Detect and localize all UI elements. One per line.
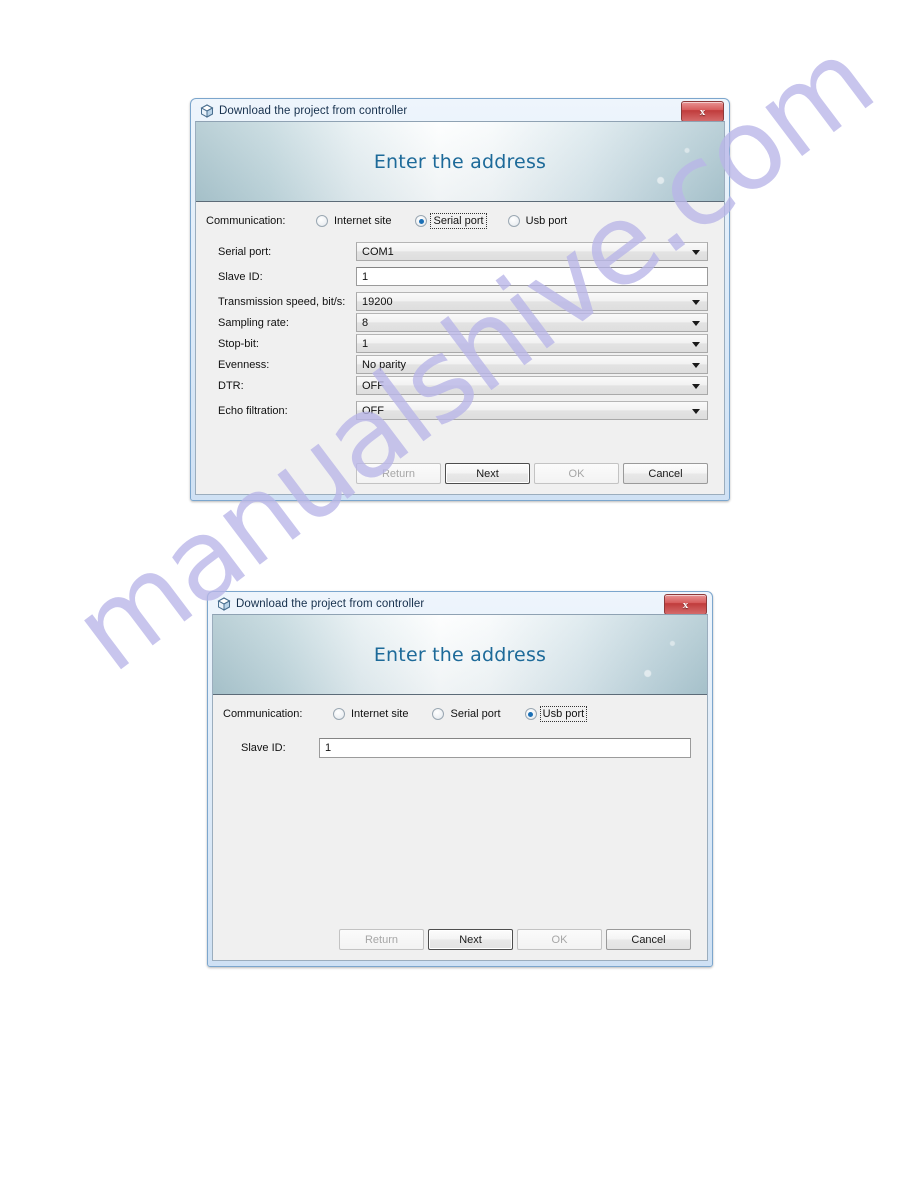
radio-label: Usb port [525, 215, 568, 227]
next-button[interactable]: Next [428, 929, 513, 950]
field-row-slave-id: Slave ID: 1 [213, 738, 707, 758]
sampling-rate-select[interactable]: 8 [356, 313, 708, 332]
titlebar: Download the project from controller x [212, 594, 708, 615]
field-row-slave-id: Slave ID: 1 [196, 267, 724, 286]
dialog-client-area: Enter the address Communication: Interne… [212, 614, 708, 961]
field-label: Serial port: [218, 245, 272, 258]
return-button[interactable]: Return [356, 463, 441, 484]
banner-title: Enter the address [373, 150, 547, 173]
field-row-stop-bit: Stop-bit: 1 [196, 334, 724, 353]
radio-label: Usb port [539, 706, 588, 722]
next-button[interactable]: Next [445, 463, 530, 484]
field-value: 1 [362, 270, 369, 283]
serial-port-select[interactable]: COM1 [356, 242, 708, 261]
field-value: OFF [362, 379, 384, 392]
evenness-select[interactable]: No parity [356, 355, 708, 374]
cancel-button[interactable]: Cancel [606, 929, 691, 950]
slave-id-input[interactable]: 1 [319, 738, 691, 758]
radio-indicator-icon [432, 708, 445, 720]
communication-label: Communication: [223, 708, 303, 720]
field-row-evenness: Evenness: No parity [196, 355, 724, 374]
dialog-form: Communication: Internet site Serial port… [196, 202, 724, 420]
field-label: Echo filtration: [218, 404, 288, 417]
banner-title: Enter the address [373, 643, 547, 666]
field-value: No parity [362, 358, 407, 371]
field-label: Evenness: [218, 358, 270, 371]
field-value: OFF [362, 404, 384, 417]
close-icon[interactable]: x [681, 101, 724, 122]
chevron-down-icon [692, 249, 700, 255]
radio-usb-port[interactable]: Usb port [524, 706, 588, 722]
radio-label: Serial port [430, 213, 487, 229]
radio-serial-port[interactable]: Serial port [432, 707, 502, 721]
slave-id-input[interactable]: 1 [356, 267, 708, 286]
field-label: Slave ID: [241, 742, 286, 754]
radio-indicator-icon [507, 215, 520, 227]
radio-indicator-icon [415, 215, 428, 227]
communication-row: Communication: Internet site Serial port… [213, 695, 707, 729]
radio-indicator-icon [316, 215, 328, 227]
field-value: 1 [325, 742, 332, 754]
field-value: 19200 [362, 295, 393, 308]
dialog-window-serial: Download the project from controller x E… [190, 98, 730, 501]
field-label: DTR: [218, 379, 244, 392]
chevron-down-icon [692, 341, 700, 347]
chevron-down-icon [692, 362, 700, 368]
field-value: 1 [362, 337, 369, 350]
cube-icon [200, 104, 214, 118]
ok-button[interactable]: OK [517, 929, 602, 950]
communication-label: Communication: [206, 215, 286, 227]
radio-internet-site[interactable]: Internet site [316, 214, 393, 228]
field-label: Stop-bit: [218, 337, 259, 350]
field-value: COM1 [362, 245, 394, 258]
ok-button[interactable]: OK [534, 463, 619, 484]
return-button[interactable]: Return [339, 929, 424, 950]
chevron-down-icon [692, 383, 700, 389]
field-row-sampling-rate: Sampling rate: 8 [196, 313, 724, 332]
window-title: Download the project from controller [236, 598, 425, 610]
window-title: Download the project from controller [219, 105, 408, 117]
cancel-button[interactable]: Cancel [623, 463, 708, 484]
field-value: 8 [362, 316, 369, 329]
chevron-down-icon [692, 299, 700, 305]
dtr-select[interactable]: OFF [356, 376, 708, 395]
field-label: Slave ID: [218, 270, 263, 283]
radio-label: Internet site [351, 708, 409, 720]
close-icon[interactable]: x [664, 594, 707, 615]
cube-icon [217, 597, 231, 611]
communication-row: Communication: Internet site Serial port… [196, 202, 724, 236]
radio-internet-site[interactable]: Internet site [333, 707, 410, 721]
radio-indicator-icon [524, 708, 537, 720]
dialog-client-area: Enter the address Communication: Interne… [195, 121, 725, 495]
echo-filtration-select[interactable]: OFF [356, 401, 708, 420]
stop-bit-select[interactable]: 1 [356, 334, 708, 353]
dialog-window-usb: Download the project from controller x E… [207, 591, 713, 967]
dialog-button-bar: Return Next OK Cancel [213, 929, 707, 950]
field-row-transmission-speed: Transmission speed, bit/s: 19200 [196, 292, 724, 311]
dialog-banner: Enter the address [196, 122, 724, 202]
dialog-button-bar: Return Next OK Cancel [196, 463, 724, 484]
radio-label: Serial port [450, 708, 501, 720]
dialog-banner: Enter the address [213, 615, 707, 695]
chevron-down-icon [692, 408, 700, 414]
dialog-form: Communication: Internet site Serial port… [213, 695, 707, 758]
field-label: Sampling rate: [218, 316, 289, 329]
field-row-dtr: DTR: OFF [196, 376, 724, 395]
field-label: Transmission speed, bit/s: [218, 295, 346, 308]
titlebar: Download the project from controller x [195, 101, 725, 122]
field-row-serial-port: Serial port: COM1 [196, 242, 724, 261]
radio-label: Internet site [334, 215, 392, 227]
radio-usb-port[interactable]: Usb port [507, 214, 570, 228]
radio-serial-port[interactable]: Serial port [415, 213, 487, 229]
chevron-down-icon [692, 320, 700, 326]
transmission-speed-select[interactable]: 19200 [356, 292, 708, 311]
radio-indicator-icon [333, 708, 345, 720]
field-row-echo-filtration: Echo filtration: OFF [196, 401, 724, 420]
